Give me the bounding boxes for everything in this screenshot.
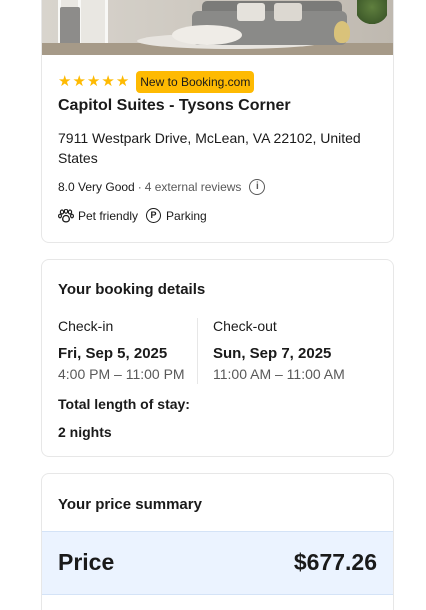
checkin-time: 4:00 PM – 11:00 PM (58, 366, 185, 382)
checkin-date: Fri, Sep 5, 2025 (58, 345, 168, 362)
paw-icon (58, 208, 74, 222)
price-summary-title: Your price summary (58, 496, 202, 513)
price-band: Price $677.26 (42, 531, 393, 595)
price-value: $677.26 (293, 549, 377, 575)
facility-pet-friendly: Pet friendly (58, 208, 139, 223)
facility-parking: P Parking (146, 208, 207, 223)
checkout-column: Check-out Sun, Sep 7, 2025 11:00 AM – 11… (213, 318, 345, 382)
star-icon: ★ (86, 73, 101, 90)
facilities-list: Pet friendly P Parking (58, 208, 215, 223)
checkout-label: Check-out (213, 318, 277, 334)
checkout-time: 11:00 AM – 11:00 AM (213, 366, 345, 382)
column-divider (197, 318, 198, 384)
hotel-name: Capitol Suites - Tysons Corner (58, 97, 291, 114)
booking-details-title: Your booking details (58, 281, 206, 298)
page: ★ ★ ★ ★ ★ New to Booking.com Capitol Sui… (0, 0, 426, 610)
star-icon: ★ (101, 73, 115, 90)
stay-length-value: 2 nights (58, 424, 112, 440)
review-row: 8.0 Very Good · 4 external reviews i (58, 179, 266, 195)
review-count: 4 external reviews (144, 180, 242, 194)
new-badge: New to Booking.com (136, 71, 255, 93)
star-icon: ★ (72, 73, 86, 90)
stay-length-label: Total length of stay: (58, 396, 190, 412)
facility-label: Pet friendly (78, 208, 139, 223)
price-label: Price (58, 549, 115, 575)
price-summary-card: Your price summary Price $677.26 (41, 473, 394, 610)
property-card: ★ ★ ★ ★ ★ New to Booking.com Capitol Sui… (41, 0, 394, 243)
checkin-label: Check-in (58, 318, 114, 334)
checkin-column: Check-in Fri, Sep 5, 2025 4:00 PM – 11:0… (58, 318, 185, 382)
hotel-address: 7911 Westpark Drive, McLean, VA 22102, U… (58, 130, 361, 166)
separator: · (137, 180, 142, 194)
star-icon: ★ (115, 73, 130, 90)
star-icon: ★ (58, 73, 72, 90)
facility-label: Parking (166, 208, 207, 223)
property-photo[interactable] (42, 0, 393, 55)
rating-text: 8.0 Very Good (58, 180, 135, 194)
checkout-date: Sun, Sep 7, 2025 (213, 345, 332, 362)
parking-icon: P (146, 208, 162, 223)
booking-details-card: Your booking details Check-in Fri, Sep 5… (41, 259, 394, 457)
stars-row: ★ ★ ★ ★ ★ New to Booking.com (58, 71, 255, 93)
info-icon[interactable]: i (249, 179, 266, 195)
